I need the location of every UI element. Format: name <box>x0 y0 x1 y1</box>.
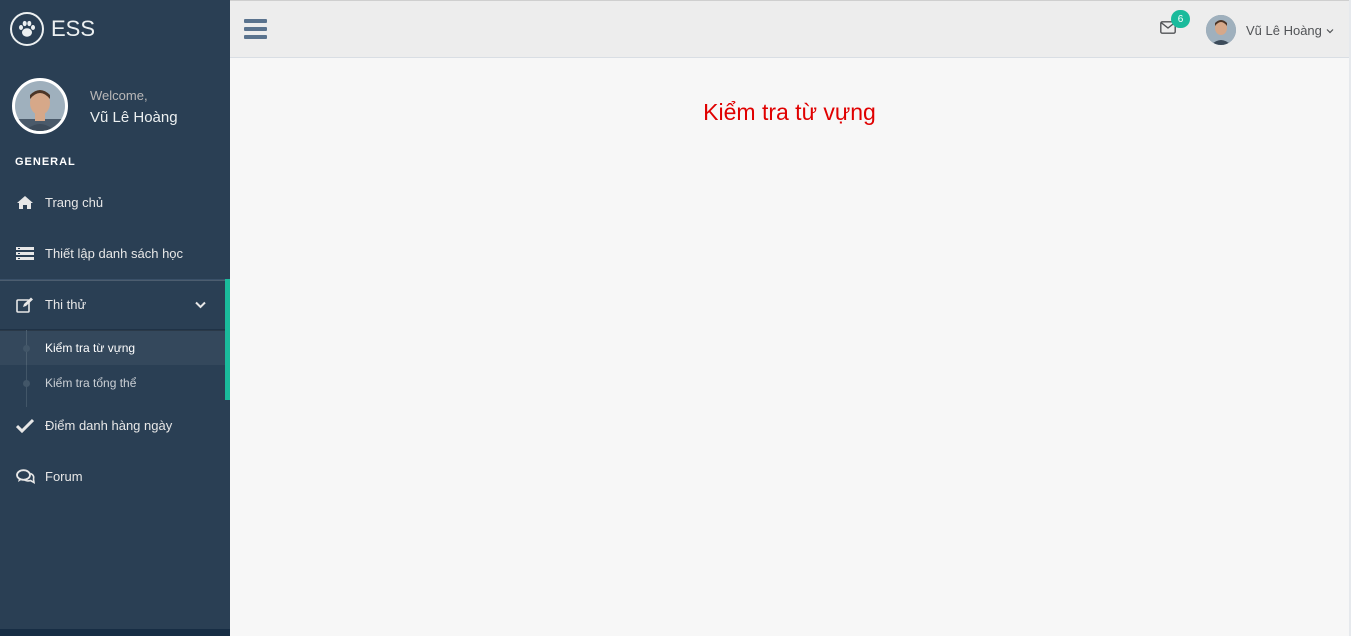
chevron-down-icon <box>1326 21 1334 39</box>
list-icon <box>15 245 35 263</box>
profile: Welcome, Vũ Lê Hoàng <box>0 58 230 193</box>
user-menu[interactable]: Vũ Lê Hoàng <box>1206 15 1334 45</box>
paw-icon <box>10 12 44 46</box>
profile-name: Vũ Lê Hoàng <box>90 109 178 126</box>
top-nav: 6 Vũ Lê Hoàng <box>230 0 1351 58</box>
section-title: GENERAL <box>15 156 76 168</box>
submenu-item-vocab-test[interactable]: Kiểm tra từ vựng <box>0 330 230 365</box>
sidebar-item-study-list[interactable]: Thiết lập danh sách học <box>0 228 230 279</box>
chevron-down-icon <box>195 297 206 312</box>
avatar <box>12 78 68 134</box>
brand-name: ESS <box>51 16 96 41</box>
sidebar-item-label: Điểm danh hàng ngày <box>45 418 173 433</box>
home-icon <box>15 194 35 212</box>
mail-badge: 6 <box>1171 10 1190 28</box>
sidebar-item-home[interactable]: Trang chủ <box>0 177 230 228</box>
page-title: Kiểm tra từ vựng <box>703 99 876 125</box>
sidebar-item-label: Forum <box>45 469 83 484</box>
user-name: Vũ Lê Hoàng <box>1246 22 1322 38</box>
sidebar-item-label: Thi thử <box>45 297 87 312</box>
side-menu: Trang chủ Thiết lập danh sách học Thi th… <box>0 177 230 502</box>
comments-icon <box>15 468 35 486</box>
welcome-text: Welcome, <box>90 88 148 103</box>
submenu: Kiểm tra từ vựng Kiểm tra tổng thể <box>0 330 230 407</box>
sidebar-item-forum[interactable]: Forum <box>0 451 230 502</box>
edit-icon <box>15 296 35 314</box>
sidebar-item-label: Thiết lập danh sách học <box>45 246 184 261</box>
main-content: Kiểm tra từ vựng <box>230 59 1349 636</box>
sidebar-footer <box>0 629 230 636</box>
menu-toggle-icon[interactable] <box>244 19 268 39</box>
submenu-item-overall-test[interactable]: Kiểm tra tổng thể <box>0 365 230 400</box>
sidebar: ESS Welcome, Vũ Lê Hoàng GENERAL Trang c… <box>0 0 230 636</box>
brand[interactable]: ESS <box>0 0 230 58</box>
check-icon <box>15 417 35 435</box>
sidebar-group-mock-test: Thi thử Kiểm tra từ vựng Kiểm tra tổng t… <box>0 279 230 407</box>
avatar <box>1206 15 1236 45</box>
sidebar-item-label: Trang chủ <box>45 195 104 210</box>
sidebar-item-mock-test[interactable]: Thi thử <box>0 279 230 330</box>
sidebar-item-attendance[interactable]: Điểm danh hàng ngày <box>0 400 230 451</box>
